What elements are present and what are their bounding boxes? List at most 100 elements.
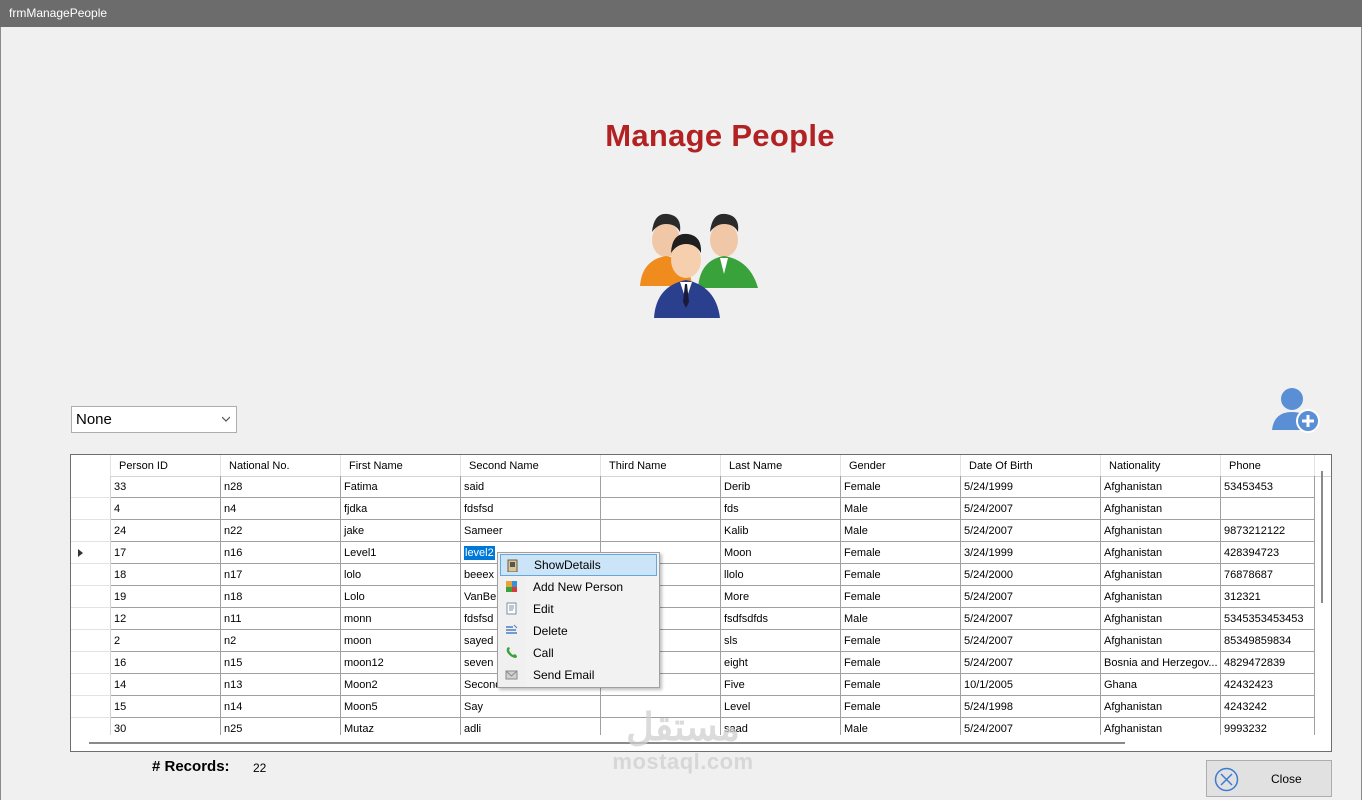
- cell-first-name[interactable]: moon12: [341, 652, 461, 674]
- cell-person-id[interactable]: 33: [111, 476, 221, 498]
- cell-date-of-birth[interactable]: 5/24/2007: [961, 652, 1101, 674]
- cell-phone[interactable]: 5345353453453: [1221, 608, 1315, 630]
- cell-last-name[interactable]: Moon: [721, 542, 841, 564]
- row-header[interactable]: [71, 520, 111, 542]
- cell-date-of-birth[interactable]: 5/24/2007: [961, 630, 1101, 652]
- cell-first-name[interactable]: monn: [341, 608, 461, 630]
- table-row[interactable]: 14 n13 Moon2 Second Five Female 10/1/2005 Ghana…: [71, 674, 1331, 696]
- column-header-nationality[interactable]: Nationality: [1101, 455, 1221, 476]
- cell-person-id[interactable]: 24: [111, 520, 221, 542]
- cell-person-id[interactable]: 14: [111, 674, 221, 696]
- cell-gender[interactable]: Female: [841, 652, 961, 674]
- cell-person-id[interactable]: 19: [111, 586, 221, 608]
- cell-nationality[interactable]: Afghanistan: [1101, 520, 1221, 542]
- cell-last-name[interactable]: fsdfsdfds: [721, 608, 841, 630]
- cell-date-of-birth[interactable]: 5/24/2007: [961, 498, 1101, 520]
- row-header[interactable]: [71, 542, 111, 564]
- cell-first-name[interactable]: Lolo: [341, 586, 461, 608]
- cell-gender[interactable]: Female: [841, 586, 961, 608]
- context-menu-item-add-new-person[interactable]: Add New Person: [500, 576, 657, 598]
- cell-national-no[interactable]: n22: [221, 520, 341, 542]
- cell-gender[interactable]: Female: [841, 630, 961, 652]
- cell-nationality[interactable]: Afghanistan: [1101, 542, 1221, 564]
- cell-nationality[interactable]: Afghanistan: [1101, 586, 1221, 608]
- row-header[interactable]: [71, 608, 111, 630]
- cell-date-of-birth[interactable]: 10/1/2005: [961, 674, 1101, 696]
- row-header[interactable]: [71, 498, 111, 520]
- context-menu-item-delete[interactable]: Delete: [500, 620, 657, 642]
- context-menu-item-showdetails[interactable]: ShowDetails: [500, 554, 657, 576]
- cell-gender[interactable]: Female: [841, 564, 961, 586]
- context-menu-item-call[interactable]: Call: [500, 642, 657, 664]
- cell-phone[interactable]: 4243242: [1221, 696, 1315, 718]
- cell-gender[interactable]: Female: [841, 696, 961, 718]
- cell-nationality[interactable]: Afghanistan: [1101, 630, 1221, 652]
- cell-nationality[interactable]: Ghana: [1101, 674, 1221, 696]
- filter-combobox[interactable]: None: [71, 406, 237, 433]
- table-row[interactable]: 19 n18 Lolo VanBe More Female 5/24/2007 Afghani…: [71, 586, 1331, 608]
- cell-phone[interactable]: 85349859834: [1221, 630, 1315, 652]
- cell-last-name[interactable]: eight: [721, 652, 841, 674]
- cell-nationality[interactable]: Afghanistan: [1101, 564, 1221, 586]
- cell-first-name[interactable]: Moon5: [341, 696, 461, 718]
- cell-national-no[interactable]: n18: [221, 586, 341, 608]
- cell-date-of-birth[interactable]: 5/24/2000: [961, 564, 1101, 586]
- cell-first-name[interactable]: Fatima: [341, 476, 461, 498]
- column-header-national-no[interactable]: National No.: [221, 455, 341, 476]
- cell-second-name[interactable]: Sameer: [461, 520, 601, 542]
- cell-national-no[interactable]: n17: [221, 564, 341, 586]
- cell-third-name[interactable]: [601, 476, 721, 498]
- cell-national-no[interactable]: n4: [221, 498, 341, 520]
- cell-first-name[interactable]: fjdka: [341, 498, 461, 520]
- row-header[interactable]: [71, 476, 111, 498]
- cell-phone[interactable]: 42432423: [1221, 674, 1315, 696]
- cell-first-name[interactable]: Moon2: [341, 674, 461, 696]
- vertical-scroll-thumb[interactable]: [1321, 471, 1323, 603]
- context-menu-item-send-email[interactable]: Send Email: [500, 664, 657, 686]
- cell-date-of-birth[interactable]: 5/24/1999: [961, 476, 1101, 498]
- row-header[interactable]: [71, 696, 111, 718]
- cell-person-id[interactable]: 4: [111, 498, 221, 520]
- cell-national-no[interactable]: n28: [221, 476, 341, 498]
- table-row[interactable]: 33 n28 Fatima said Derib Female 5/24/1999 Afgha…: [71, 476, 1331, 498]
- context-menu-item-edit[interactable]: Edit: [500, 598, 657, 620]
- cell-third-name[interactable]: [601, 498, 721, 520]
- cell-last-name[interactable]: fds: [721, 498, 841, 520]
- cell-first-name[interactable]: lolo: [341, 564, 461, 586]
- cell-national-no[interactable]: n2: [221, 630, 341, 652]
- cell-gender[interactable]: Female: [841, 542, 961, 564]
- cell-phone[interactable]: 76878687: [1221, 564, 1315, 586]
- table-row[interactable]: 18 n17 lolo beeex llolo Female 5/24/2000 Afghan…: [71, 564, 1331, 586]
- cell-person-id[interactable]: 2: [111, 630, 221, 652]
- column-header-gender[interactable]: Gender: [841, 455, 961, 476]
- cell-second-name[interactable]: said: [461, 476, 601, 498]
- table-row[interactable]: 16 n15 moon12 seven eight Female 5/24/2007 Bosn…: [71, 652, 1331, 674]
- column-header-second-name[interactable]: Second Name: [461, 455, 601, 476]
- cell-phone[interactable]: 9873212122: [1221, 520, 1315, 542]
- cell-first-name[interactable]: moon: [341, 630, 461, 652]
- grid-header-corner[interactable]: [71, 455, 111, 476]
- column-header-third-name[interactable]: Third Name: [601, 455, 721, 476]
- cell-first-name[interactable]: Level1: [341, 542, 461, 564]
- table-row[interactable]: 4 n4 fjdka fdsfsd fds Male 5/24/2007 Afghanista…: [71, 498, 1331, 520]
- cell-gender[interactable]: Female: [841, 674, 961, 696]
- table-row[interactable]: 2 n2 moon sayed sls Female 5/24/2007 Afghanista…: [71, 630, 1331, 652]
- close-button[interactable]: Close: [1206, 760, 1332, 797]
- cell-gender[interactable]: Male: [841, 608, 961, 630]
- cell-last-name[interactable]: More: [721, 586, 841, 608]
- cell-nationality[interactable]: Afghanistan: [1101, 696, 1221, 718]
- cell-last-name[interactable]: llolo: [721, 564, 841, 586]
- cell-person-id[interactable]: 16: [111, 652, 221, 674]
- table-row[interactable]: 12 n11 monn fdsfsd fsdfsdfds Male 5/24/2007 Afg…: [71, 608, 1331, 630]
- column-header-last-name[interactable]: Last Name: [721, 455, 841, 476]
- cell-last-name[interactable]: Derib: [721, 476, 841, 498]
- cell-gender[interactable]: Male: [841, 520, 961, 542]
- cell-phone[interactable]: 53453453: [1221, 476, 1315, 498]
- column-header-phone[interactable]: Phone: [1221, 455, 1315, 476]
- cell-national-no[interactable]: n16: [221, 542, 341, 564]
- cell-date-of-birth[interactable]: 5/24/1998: [961, 696, 1101, 718]
- cell-phone[interactable]: 428394723: [1221, 542, 1315, 564]
- cell-second-name[interactable]: Say: [461, 696, 601, 718]
- window-titlebar[interactable]: frmManagePeople: [0, 0, 1362, 27]
- cell-nationality[interactable]: Bosnia and Herzegov...: [1101, 652, 1221, 674]
